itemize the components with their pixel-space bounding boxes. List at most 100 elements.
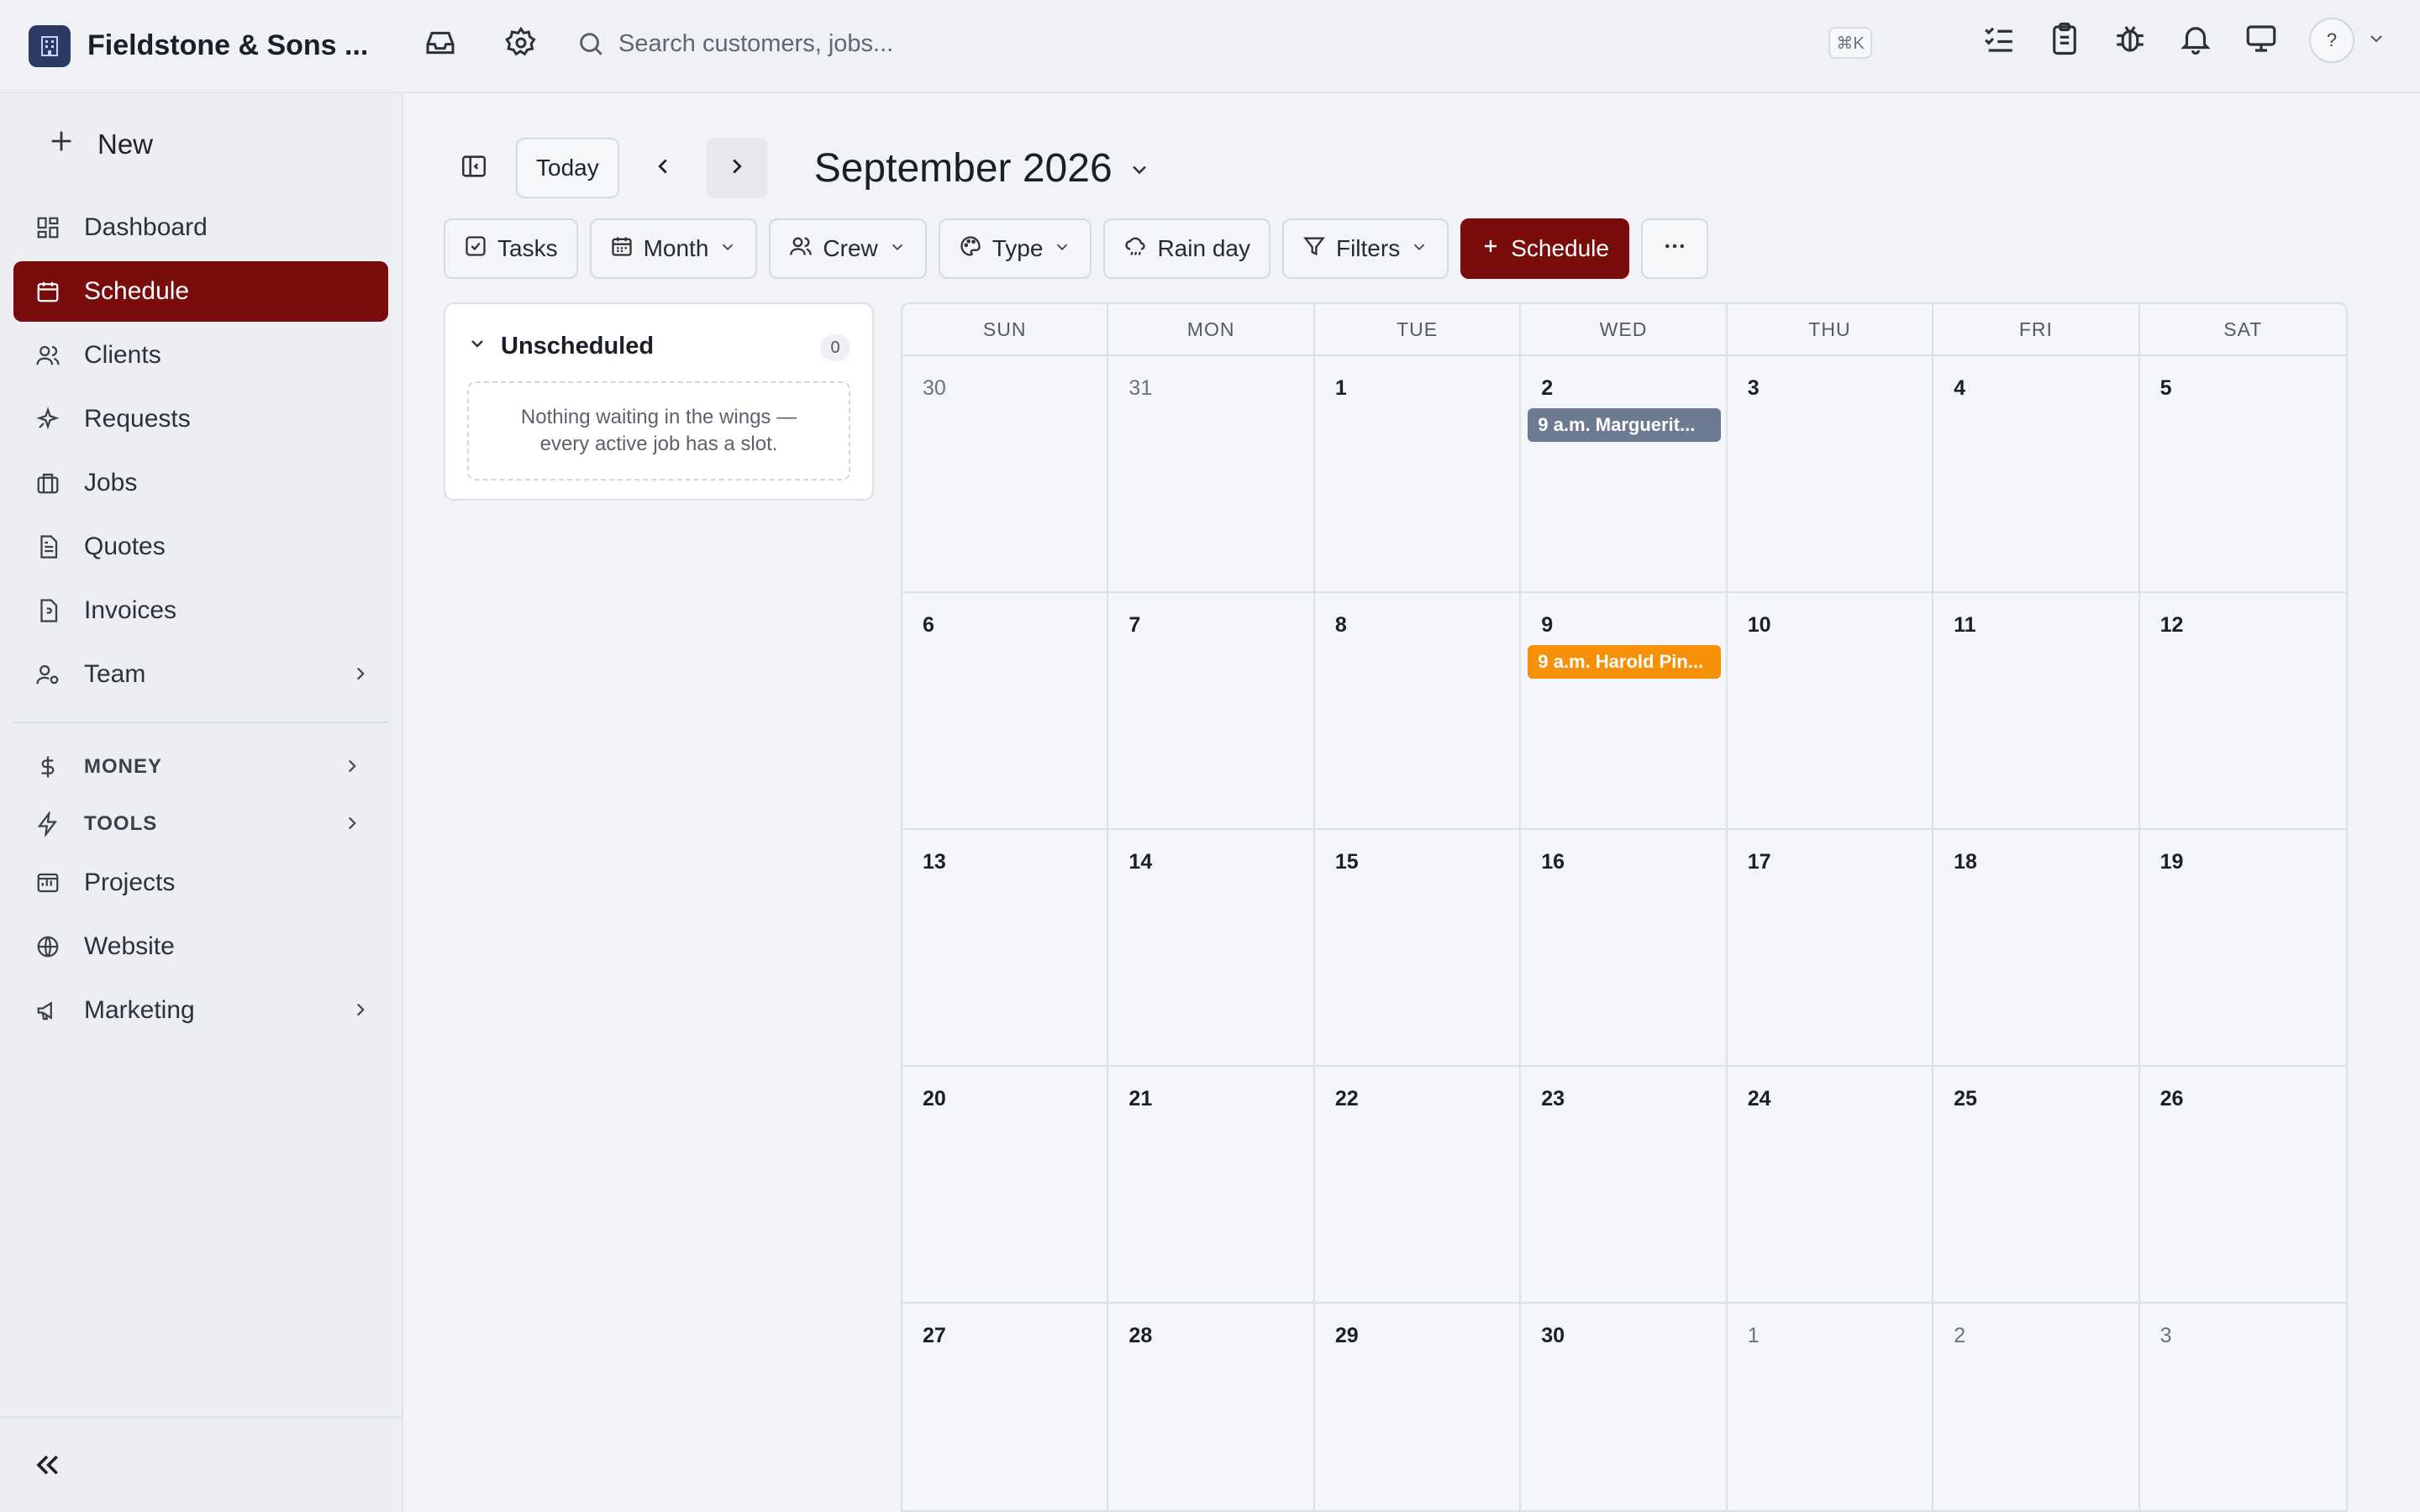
day-cell[interactable]: 10 xyxy=(1727,593,1934,830)
calendar-event[interactable]: 9 a.m. Marguerit... xyxy=(1528,408,1721,442)
day-cell[interactable]: 27 xyxy=(902,1304,1109,1510)
day-cell[interactable]: 21 xyxy=(1108,1067,1315,1304)
day-number: 17 xyxy=(1747,850,1771,874)
day-cell[interactable]: 23 xyxy=(1521,1067,1728,1304)
day-cell[interactable]: 24 xyxy=(1727,1067,1934,1304)
search-icon xyxy=(576,29,605,58)
sidebar-item-website[interactable]: Website xyxy=(13,916,388,977)
sidebar-section-money[interactable]: MONEY xyxy=(13,738,388,795)
sidebar-item-projects[interactable]: Projects xyxy=(13,853,388,913)
settings-gear-icon[interactable] xyxy=(496,18,546,68)
day-cell[interactable]: 17 xyxy=(1727,830,1934,1067)
brand[interactable]: Fieldstone & Sons ... xyxy=(0,24,403,67)
sidebar-item-label: Clients xyxy=(84,341,161,369)
collapse-sidebar-icon[interactable] xyxy=(30,1448,64,1486)
day-cell[interactable]: 4 xyxy=(1933,356,2140,593)
day-cell[interactable]: 22 xyxy=(1314,1067,1522,1304)
day-cell[interactable]: 5 xyxy=(2139,356,2346,593)
day-cell[interactable]: 9 9 a.m. Harold Pin... xyxy=(1521,593,1728,830)
day-cell[interactable]: 13 xyxy=(902,830,1109,1067)
day-number: 23 xyxy=(1541,1087,1565,1110)
crew-dropdown[interactable]: Crew xyxy=(769,218,927,279)
view-dropdown[interactable]: Month xyxy=(589,218,758,279)
day-cell[interactable]: 31 xyxy=(1108,356,1315,593)
dashboard-icon xyxy=(34,213,62,242)
calendar-grid: 30 31 1 2 9 a.m. Marguerit... 3 4 5 6 7 8 9 9 a.m. H… xyxy=(902,356,2346,1510)
monitor-icon[interactable] xyxy=(2244,21,2279,60)
day-number: 25 xyxy=(1954,1087,1977,1110)
day-cell[interactable]: 15 xyxy=(1314,830,1522,1067)
chevron-down-icon xyxy=(1410,235,1428,262)
sidebar-item-marketing[interactable]: Marketing xyxy=(13,980,388,1041)
day-cell[interactable]: 29 xyxy=(1315,1304,1522,1510)
day-number: 24 xyxy=(1747,1087,1771,1110)
sidebar-item-schedule[interactable]: Schedule xyxy=(13,261,388,322)
sidebar-item-invoices[interactable]: Invoices xyxy=(13,580,388,641)
filters-dropdown[interactable]: Filters xyxy=(1281,218,1449,279)
user-menu[interactable]: ? xyxy=(2309,18,2386,63)
day-number: 21 xyxy=(1128,1087,1153,1110)
sidebar-section-tools[interactable]: TOOLS xyxy=(13,795,388,853)
day-cell[interactable]: 19 xyxy=(2139,830,2346,1067)
day-cell[interactable]: 28 xyxy=(1108,1304,1315,1510)
rain-day-button[interactable]: Rain day xyxy=(1103,218,1270,279)
day-cell[interactable]: 16 xyxy=(1521,830,1728,1067)
toggle-panel-button[interactable] xyxy=(444,138,504,198)
sidebar-item-clients[interactable]: Clients xyxy=(13,325,388,386)
day-number: 8 xyxy=(1334,613,1347,637)
day-number: 1 xyxy=(1747,1324,1760,1347)
day-cell[interactable]: 11 xyxy=(1933,593,2140,830)
day-number: 28 xyxy=(1128,1324,1153,1347)
day-number: 18 xyxy=(1954,850,1977,874)
day-cell[interactable]: 1 xyxy=(1728,1304,1934,1510)
type-dropdown[interactable]: Type xyxy=(938,218,1092,279)
day-cell[interactable]: 3 xyxy=(1727,356,1934,593)
checklist-icon[interactable] xyxy=(1981,21,2017,60)
sidebar-item-label: Marketing xyxy=(84,996,195,1024)
filter-icon xyxy=(1302,234,1326,264)
day-cell[interactable]: 30 xyxy=(902,356,1109,593)
more-options-button[interactable] xyxy=(1640,218,1708,279)
day-cell[interactable]: 14 xyxy=(1108,830,1315,1067)
calendar-event[interactable]: 9 a.m. Harold Pin... xyxy=(1528,645,1721,679)
day-cell[interactable]: 12 xyxy=(2139,593,2346,830)
team-icon xyxy=(34,660,62,689)
unscheduled-header[interactable]: Unscheduled xyxy=(467,333,654,360)
day-cell[interactable]: 26 xyxy=(2139,1067,2346,1304)
day-cell[interactable]: 18 xyxy=(1933,830,2140,1067)
new-button[interactable]: New xyxy=(47,127,153,162)
sidebar-item-label: Team xyxy=(84,660,146,688)
clipboard-icon[interactable] xyxy=(2047,21,2082,60)
day-cell[interactable]: 2 9 a.m. Marguerit... xyxy=(1521,356,1728,593)
sidebar-item-requests[interactable]: Requests xyxy=(13,389,388,449)
day-cell[interactable]: 8 xyxy=(1314,593,1522,830)
today-button[interactable]: Today xyxy=(516,138,619,198)
inbox-icon[interactable] xyxy=(415,18,466,68)
next-month-button[interactable] xyxy=(706,138,767,198)
tasks-toggle[interactable]: Tasks xyxy=(444,218,578,279)
previous-month-button[interactable] xyxy=(633,138,693,198)
schedule-button[interactable]: Schedule xyxy=(1460,218,1629,279)
chevron-right-icon xyxy=(350,663,371,691)
day-number: 13 xyxy=(923,850,946,874)
day-cell[interactable]: 25 xyxy=(1933,1067,2140,1304)
day-cell[interactable]: 7 xyxy=(1108,593,1315,830)
search-input[interactable]: Search customers, jobs... ⌘K xyxy=(561,18,1882,69)
day-cell[interactable]: 30 xyxy=(1521,1304,1728,1510)
bug-icon[interactable] xyxy=(2112,21,2148,60)
sidebar-item-team[interactable]: Team xyxy=(13,644,388,705)
month-picker[interactable]: September 2026 xyxy=(814,145,1151,192)
sidebar-item-quotes[interactable]: Quotes xyxy=(13,517,388,577)
day-cell[interactable]: 20 xyxy=(902,1067,1109,1304)
day-cell[interactable]: 6 xyxy=(902,593,1109,830)
chevron-right-icon xyxy=(724,154,750,183)
sidebar-item-dashboard[interactable]: Dashboard xyxy=(13,197,388,258)
day-cell[interactable]: 1 xyxy=(1314,356,1522,593)
sidebar-item-jobs[interactable]: Jobs xyxy=(13,453,388,513)
chevron-down-icon xyxy=(1128,145,1151,192)
calendar-nav: Today September 2026 xyxy=(444,138,1151,198)
bell-icon[interactable] xyxy=(2178,21,2213,60)
day-cell[interactable]: 2 xyxy=(1933,1304,2140,1510)
bolt-icon xyxy=(34,810,62,838)
day-cell[interactable]: 3 xyxy=(2140,1304,2346,1510)
